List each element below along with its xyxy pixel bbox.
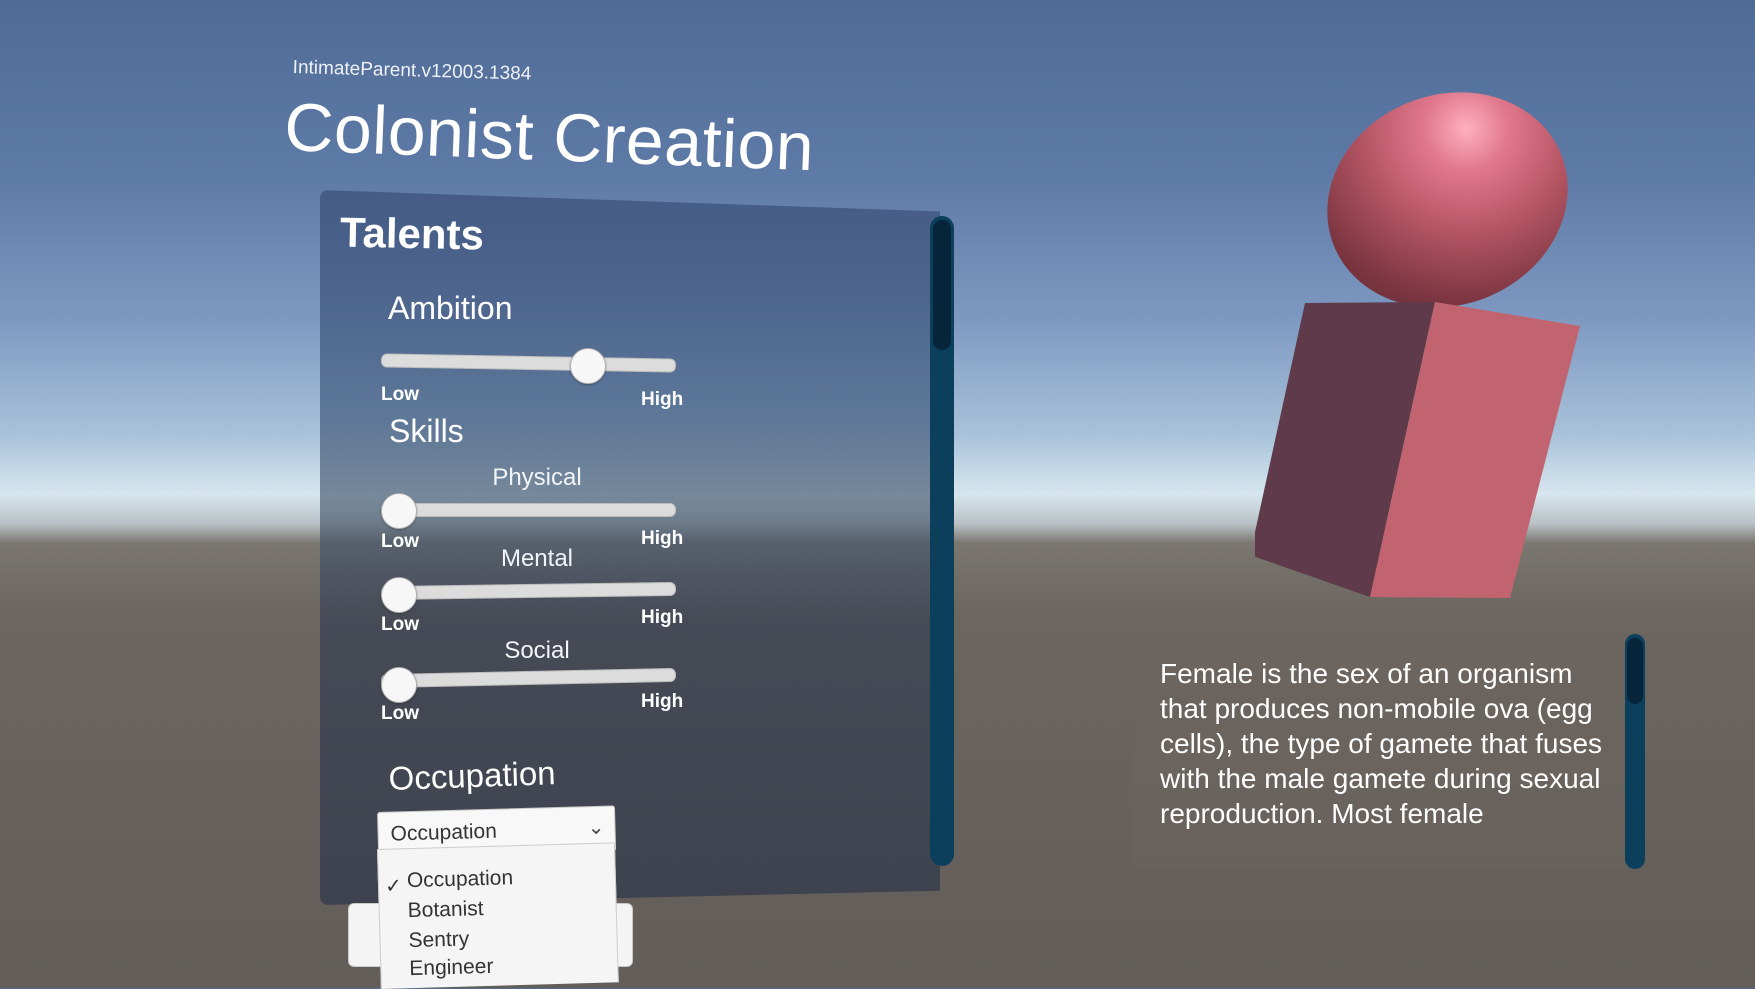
occupation-heading: Occupation <box>388 754 557 797</box>
version-label: IntimateParent.v12003.1384 <box>292 57 532 85</box>
physical-slider-track[interactable] <box>381 503 676 517</box>
panel-scrollbar-thumb[interactable] <box>933 220 951 350</box>
panel-scrollbar[interactable] <box>930 216 954 866</box>
social-label: Social <box>504 637 570 664</box>
page-title: Colonist Creation <box>283 88 816 186</box>
ambition-low-label: Low <box>381 384 419 405</box>
skills-heading: Skills <box>389 413 464 449</box>
ambition-heading: Ambition <box>388 290 513 326</box>
ambition-high-label: High <box>641 389 684 410</box>
dropdown-option[interactable]: Occupation <box>407 866 514 893</box>
preview-cube <box>1255 302 1580 598</box>
ambition-slider-thumb[interactable] <box>570 348 607 384</box>
social-slider-thumb[interactable] <box>381 667 417 703</box>
mental-slider-thumb[interactable] <box>381 577 417 613</box>
dropdown-option[interactable]: Sentry <box>408 927 469 953</box>
physical-label: Physical <box>492 464 582 491</box>
mental-low-label: Low <box>381 614 419 635</box>
info-text: Female is the sex of an organism that pr… <box>1160 658 1603 829</box>
dropdown-option[interactable]: Engineer <box>409 955 494 981</box>
occupation-dropdown-value: Occupation <box>390 819 498 846</box>
mental-label: Mental <box>500 545 574 572</box>
occupation-dropdown-list[interactable]: ✓ Occupation Botanist Sentry Engineer <box>377 842 619 989</box>
info-scrollbar-thumb[interactable] <box>1627 638 1643 704</box>
check-icon: ✓ <box>384 875 403 898</box>
mental-high-label: High <box>641 607 684 628</box>
dropdown-option[interactable]: Botanist <box>407 897 484 923</box>
talents-heading: Talents <box>339 208 485 259</box>
info-scrollbar[interactable] <box>1625 634 1645 869</box>
physical-high-label: High <box>641 528 684 549</box>
social-high-label: High <box>641 691 684 712</box>
physical-slider-thumb[interactable] <box>381 493 417 529</box>
chevron-down-icon: ⌄ <box>587 816 605 840</box>
social-low-label: Low <box>381 703 419 724</box>
physical-low-label: Low <box>381 531 419 552</box>
